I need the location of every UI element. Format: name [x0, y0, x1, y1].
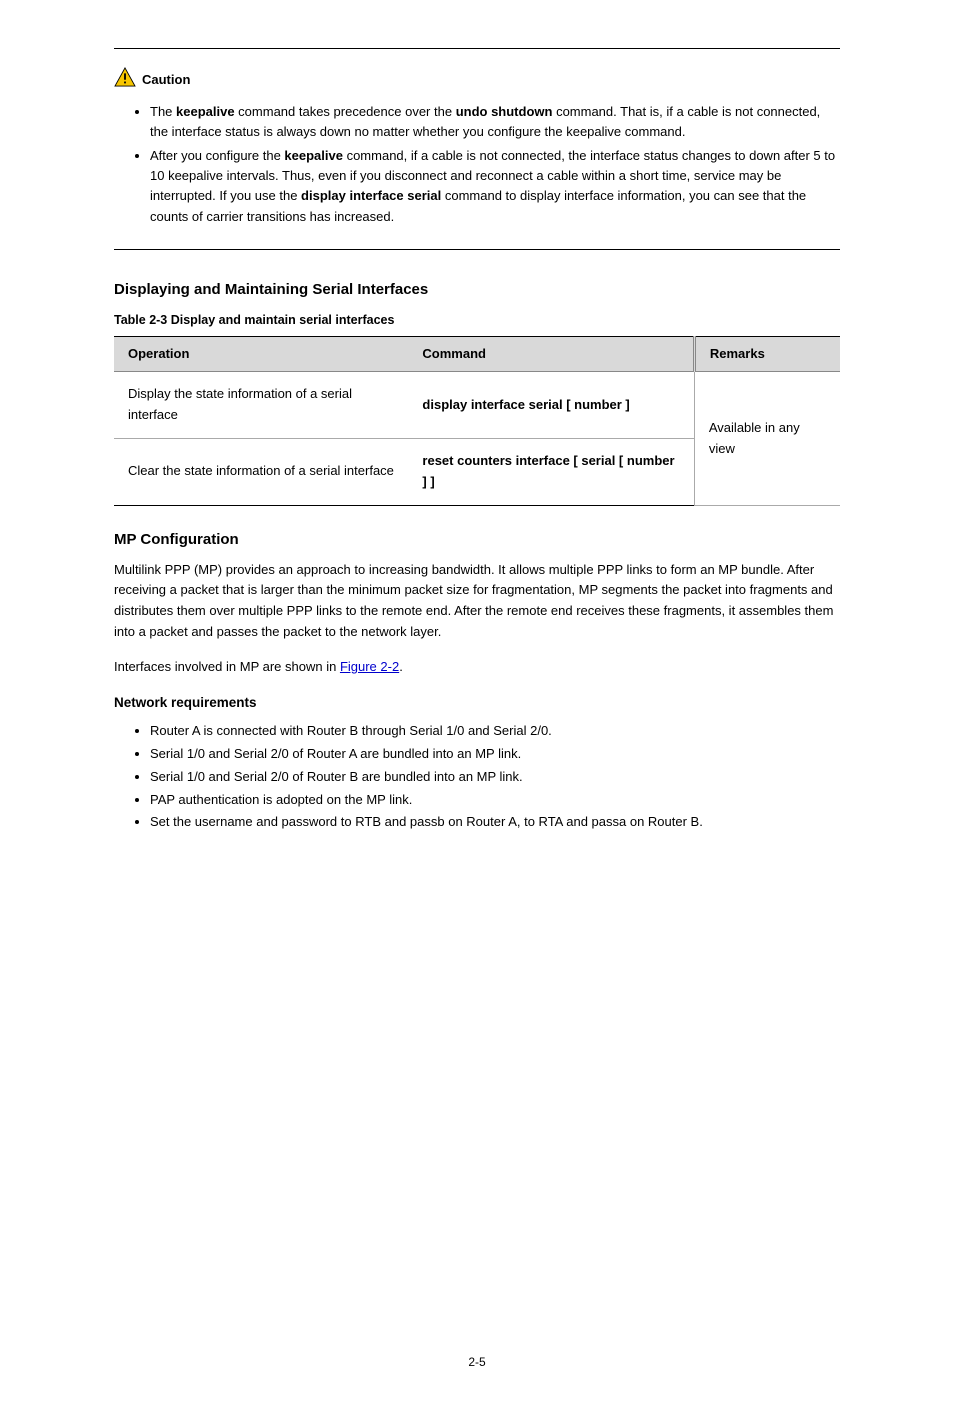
mp-intro-paragraph: Multilink PPP (MP) provides an approach … — [114, 560, 840, 643]
col-header-command: Command — [408, 336, 694, 372]
cell-operation: Display the state information of a seria… — [114, 372, 408, 439]
cell-remarks: Available in any view — [694, 372, 840, 505]
section-title-mp: MP Configuration — [114, 528, 840, 552]
network-requirements-list: Router A is connected with Router B thro… — [114, 721, 840, 833]
cell-command: display interface serial [ number ] — [408, 372, 694, 439]
cell-operation: Clear the state information of a serial … — [114, 439, 408, 506]
col-header-remarks: Remarks — [694, 336, 840, 372]
caution-list: The keepalive command takes precedence o… — [114, 102, 840, 227]
table-header-row: Operation Command Remarks — [114, 336, 840, 372]
list-item: Serial 1/0 and Serial 2/0 of Router A ar… — [150, 744, 840, 765]
table-caption: Table 2-3 Display and maintain serial in… — [114, 310, 840, 330]
top-horizontal-rule — [114, 48, 840, 49]
mp-figure-sentence: Interfaces involved in MP are shown in F… — [114, 657, 840, 678]
cell-command: reset counters interface [ serial [ numb… — [408, 439, 694, 506]
caution-item: After you configure the keepalive comman… — [150, 146, 840, 227]
subsection-network-reqs: Network requirements — [114, 692, 840, 714]
caution-label: Caution — [142, 70, 190, 91]
display-maintain-table: Operation Command Remarks Display the st… — [114, 336, 840, 506]
list-item: Serial 1/0 and Serial 2/0 of Router B ar… — [150, 767, 840, 788]
list-item: Router A is connected with Router B thro… — [150, 721, 840, 742]
section-title-display: Displaying and Maintaining Serial Interf… — [114, 278, 840, 302]
page-number: 2-5 — [114, 1353, 840, 1372]
caution-header: Caution — [114, 67, 840, 94]
figure-link[interactable]: Figure 2-2 — [340, 659, 399, 674]
caution-block: Caution The keepalive command takes prec… — [114, 67, 840, 227]
warning-triangle-icon — [114, 67, 136, 94]
caution-item: The keepalive command takes precedence o… — [150, 102, 840, 142]
list-item: PAP authentication is adopted on the MP … — [150, 790, 840, 811]
section-divider — [114, 249, 840, 250]
col-header-operation: Operation — [114, 336, 408, 372]
table-row: Display the state information of a seria… — [114, 372, 840, 439]
list-item: Set the username and password to RTB and… — [150, 812, 840, 833]
